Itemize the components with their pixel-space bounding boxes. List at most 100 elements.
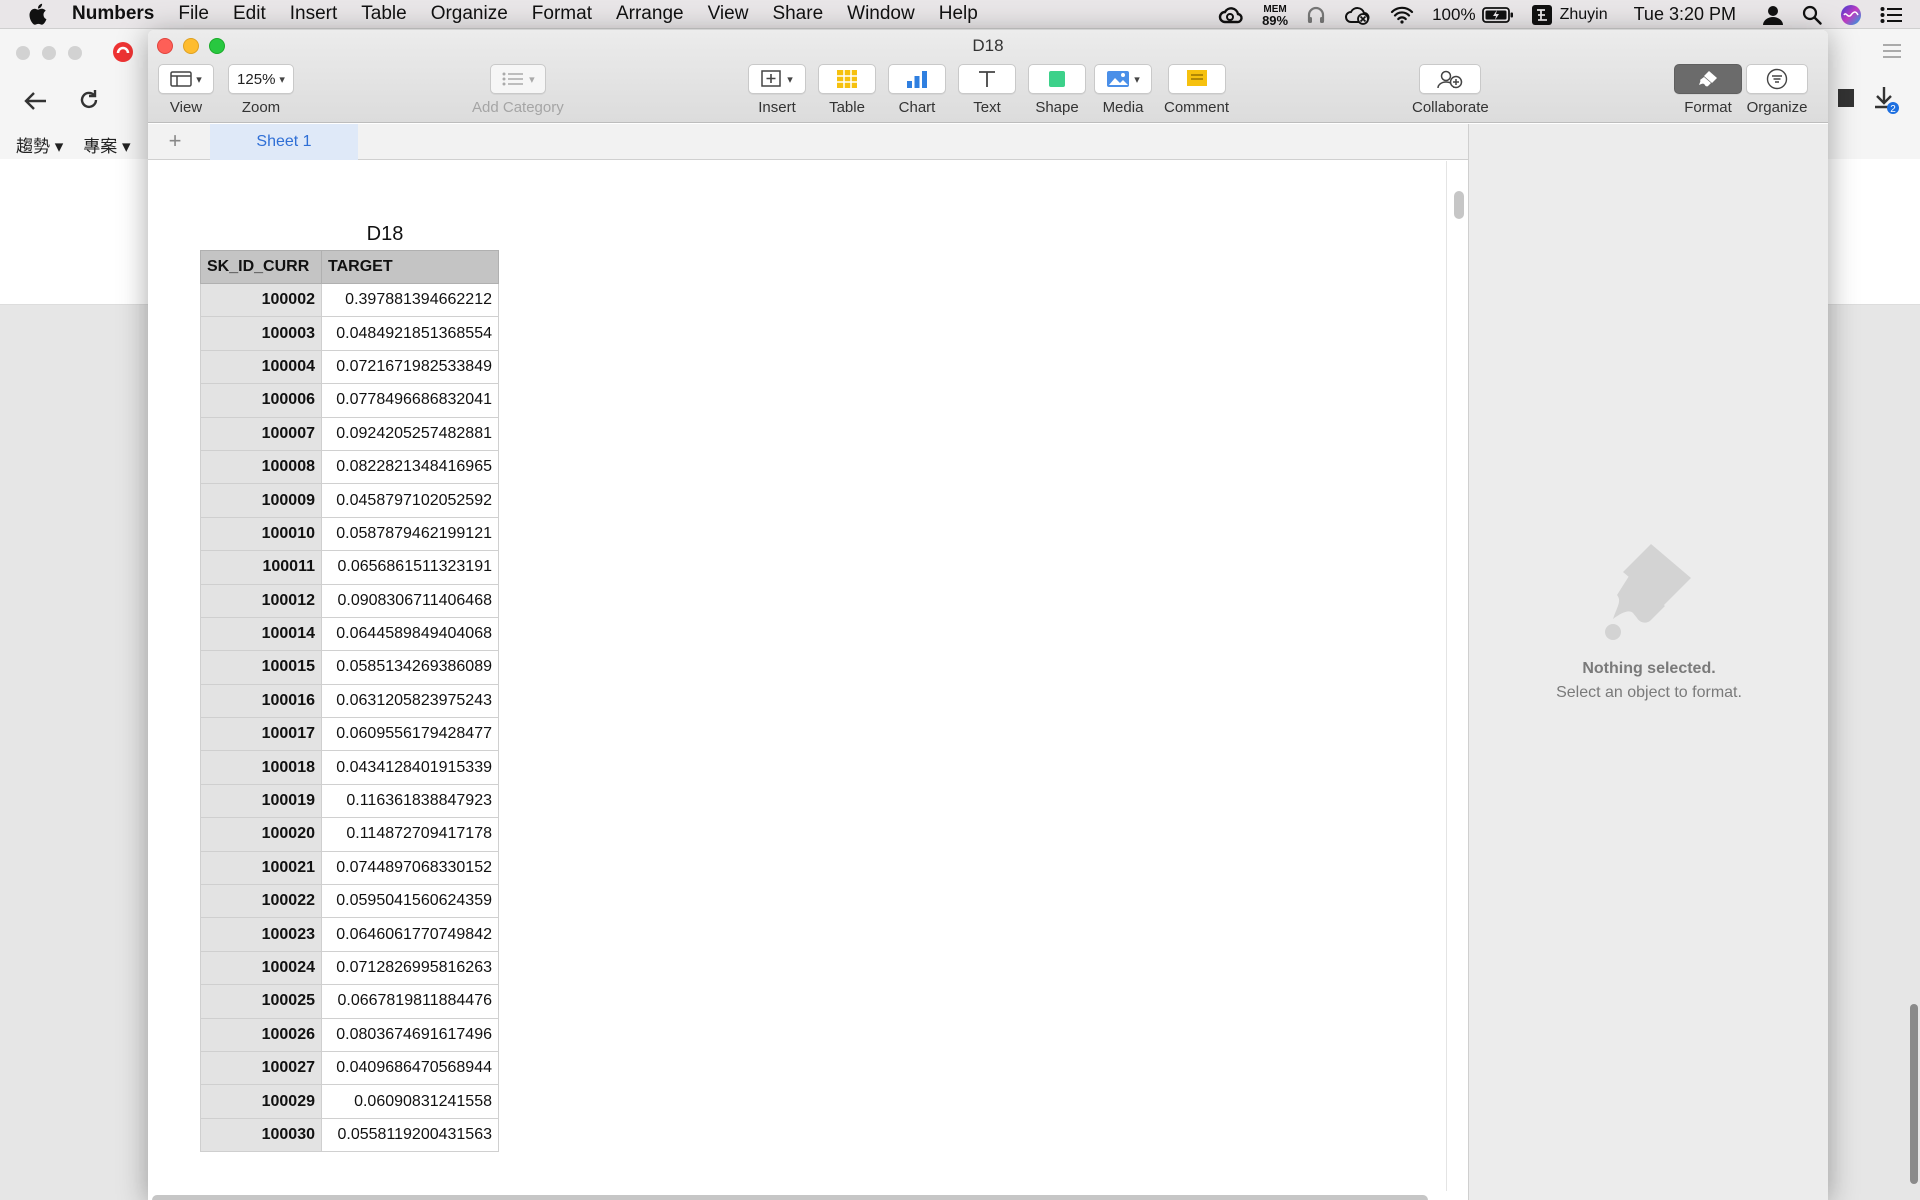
format-tool[interactable]: Format bbox=[1674, 64, 1742, 116]
target-cell[interactable]: 0.0667819811884476 bbox=[321, 984, 499, 1019]
target-cell[interactable]: 0.0712826995816263 bbox=[321, 950, 499, 986]
tab-sheet-1[interactable]: Sheet 1 bbox=[210, 124, 358, 160]
sk-id-cell[interactable]: 100004 bbox=[200, 349, 322, 385]
siri-icon[interactable] bbox=[1840, 4, 1862, 26]
user-icon[interactable] bbox=[1762, 5, 1784, 25]
media-tool[interactable]: ▾ Media bbox=[1094, 64, 1152, 116]
target-cell[interactable]: 0.0646061770749842 bbox=[321, 917, 499, 952]
target-cell[interactable]: 0.0558119200431563 bbox=[321, 1117, 499, 1153]
bookmark-folder-trends[interactable]: 趨勢 ▾ bbox=[16, 132, 63, 157]
target-cell[interactable]: 0.116361838847923 bbox=[321, 783, 499, 819]
sk-id-cell[interactable]: 100010 bbox=[200, 516, 322, 552]
back-icon[interactable] bbox=[24, 87, 48, 118]
spotlight-search-icon[interactable] bbox=[1802, 5, 1822, 25]
insert-tool[interactable]: ▾ Insert bbox=[748, 64, 806, 116]
add-category-button[interactable]: ▾ bbox=[489, 64, 546, 94]
sk-id-cell[interactable]: 100019 bbox=[200, 783, 322, 819]
sk-id-cell[interactable]: 100018 bbox=[200, 750, 322, 785]
reader-icon[interactable] bbox=[1836, 87, 1856, 114]
menu-app-name[interactable]: Numbers bbox=[72, 3, 154, 25]
wifi-icon[interactable] bbox=[1390, 6, 1414, 24]
table-title[interactable]: D18 bbox=[330, 223, 440, 246]
target-cell[interactable]: 0.0803674691617496 bbox=[321, 1017, 499, 1052]
sk-id-cell[interactable]: 100016 bbox=[200, 683, 322, 719]
browser-scrollbar[interactable] bbox=[1910, 1004, 1918, 1184]
reload-icon[interactable] bbox=[78, 87, 100, 118]
apple-icon[interactable] bbox=[28, 3, 48, 25]
bookmark-folder-projects[interactable]: 專案 ▾ bbox=[83, 132, 130, 157]
target-cell[interactable]: 0.0595041560624359 bbox=[321, 884, 499, 919]
target-cell[interactable]: 0.0434128401915339 bbox=[321, 750, 499, 785]
view-tool[interactable]: ▾ View bbox=[158, 64, 214, 116]
comment-tool[interactable]: Comment bbox=[1164, 64, 1229, 116]
menu-help[interactable]: Help bbox=[939, 3, 978, 25]
vertical-scrollbar[interactable] bbox=[1454, 191, 1464, 219]
cloud-sync-icon[interactable] bbox=[1344, 5, 1372, 25]
memory-status[interactable]: MEM 89% bbox=[1262, 4, 1288, 27]
battery-percent[interactable]: 100% bbox=[1432, 5, 1475, 25]
chart-tool[interactable]: Chart bbox=[888, 64, 946, 116]
add-category-tool[interactable]: ▾ Add Category bbox=[472, 64, 564, 116]
target-cell[interactable]: 0.0778496686832041 bbox=[321, 383, 499, 418]
menu-organize[interactable]: Organize bbox=[431, 3, 508, 25]
input-method-icon[interactable] bbox=[1531, 4, 1552, 25]
sk-id-cell[interactable]: 100025 bbox=[200, 984, 322, 1019]
format-button[interactable] bbox=[1674, 64, 1742, 94]
collaborate-tool[interactable]: Collaborate bbox=[1412, 64, 1489, 116]
target-cell[interactable]: 0.0822821348416965 bbox=[321, 449, 499, 485]
target-cell[interactable]: 0.0656861511323191 bbox=[321, 550, 499, 585]
sk-id-cell[interactable]: 100008 bbox=[200, 449, 322, 485]
menu-format[interactable]: Format bbox=[532, 3, 592, 25]
menu-file[interactable]: File bbox=[178, 3, 209, 25]
column-header[interactable]: TARGET bbox=[321, 250, 499, 284]
target-cell[interactable]: 0.114872709417178 bbox=[321, 817, 499, 852]
text-tool[interactable]: Text bbox=[958, 64, 1016, 116]
organize-button[interactable] bbox=[1746, 64, 1808, 94]
target-cell[interactable]: 0.06090831241558 bbox=[321, 1084, 499, 1119]
target-cell[interactable]: 0.0631205823975243 bbox=[321, 683, 499, 719]
zoom-tool[interactable]: 125% ▾ Zoom bbox=[228, 64, 294, 116]
browser-menu-icon[interactable] bbox=[1882, 43, 1902, 64]
sk-id-cell[interactable]: 100006 bbox=[200, 383, 322, 418]
zoom-select[interactable]: 125% ▾ bbox=[228, 64, 294, 94]
sk-id-cell[interactable]: 100011 bbox=[200, 550, 322, 585]
sk-id-cell[interactable]: 100002 bbox=[200, 282, 322, 318]
clock[interactable]: Tue 3:20 PM bbox=[1634, 4, 1736, 25]
sk-id-cell[interactable]: 100027 bbox=[200, 1050, 322, 1086]
data-table[interactable]: SK_ID_CURR TARGET 100002 0.39788139466221… bbox=[200, 250, 499, 1153]
sk-id-cell[interactable]: 100026 bbox=[200, 1017, 322, 1052]
insert-button[interactable]: ▾ bbox=[748, 64, 806, 94]
sk-id-cell[interactable]: 100007 bbox=[200, 416, 322, 451]
sk-id-cell[interactable]: 100009 bbox=[200, 483, 322, 518]
horizontal-scrollbar[interactable] bbox=[152, 1195, 1428, 1200]
sk-id-cell[interactable]: 100023 bbox=[200, 917, 322, 952]
target-cell[interactable]: 0.0609556179428477 bbox=[321, 717, 499, 752]
sk-id-cell[interactable]: 100029 bbox=[200, 1084, 322, 1119]
target-cell[interactable]: 0.0924205257482881 bbox=[321, 416, 499, 451]
target-cell[interactable]: 0.0585134269386089 bbox=[321, 650, 499, 685]
target-cell[interactable]: 0.0744897068330152 bbox=[321, 850, 499, 886]
browser-maximize-button[interactable] bbox=[68, 46, 82, 60]
notification-center-icon[interactable] bbox=[1880, 6, 1902, 24]
view-button[interactable]: ▾ bbox=[158, 64, 214, 94]
sk-id-cell[interactable]: 100015 bbox=[200, 650, 322, 685]
browser-extension-icon[interactable] bbox=[112, 41, 134, 68]
organize-tool[interactable]: Organize bbox=[1746, 64, 1808, 116]
sk-id-cell[interactable]: 100003 bbox=[200, 316, 322, 351]
chart-button[interactable] bbox=[888, 64, 946, 94]
menu-edit[interactable]: Edit bbox=[233, 3, 266, 25]
battery-icon[interactable] bbox=[1481, 6, 1514, 24]
table-button[interactable] bbox=[818, 64, 876, 94]
table-tool[interactable]: Table bbox=[818, 64, 876, 116]
sk-id-cell[interactable]: 100020 bbox=[200, 817, 322, 852]
browser-minimize-button[interactable] bbox=[42, 46, 56, 60]
media-button[interactable]: ▾ bbox=[1094, 64, 1152, 94]
sk-id-cell[interactable]: 100024 bbox=[200, 950, 322, 986]
target-cell[interactable]: 0.0721671982533849 bbox=[321, 349, 499, 385]
downloads-icon[interactable]: 2 bbox=[1872, 85, 1900, 120]
collaborate-button[interactable] bbox=[1419, 64, 1482, 94]
menu-window[interactable]: Window bbox=[847, 3, 915, 25]
creative-cloud-icon[interactable] bbox=[1218, 6, 1244, 24]
shape-button[interactable] bbox=[1028, 64, 1086, 94]
input-method-label[interactable]: Zhuyin bbox=[1560, 6, 1608, 24]
